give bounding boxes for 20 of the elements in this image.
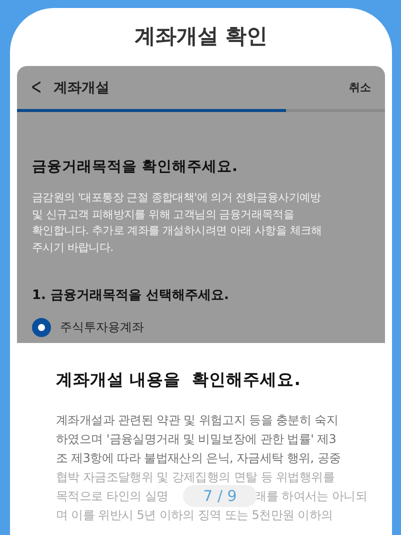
question-text: 1. 금융거래목적을 선택해주세요. [32,287,230,304]
sheet-heading: 계좌개설 내용을 확인해주세요. [56,369,302,392]
body-text: 계좌개설과 관련된 약관 및 위험고지 등을 충분히 숙지 [56,412,338,430]
description-text: 주시기 바랍니다. [32,240,114,256]
body-text: 하였으며 '금융실명거래 및 비밀보장에 관한 법률' 제3 [56,431,336,448]
radio-button[interactable] [32,318,51,338]
page-title: 계좌개설 확인 [133,23,269,50]
body-text: 며 이를 위반시 5년 이하의 징역 또는 5천만원 이하의 [56,507,333,524]
back-icon[interactable]: < [30,75,42,100]
body-text: 조 제3항에 따라 불법재산의 은닉, 자금세탁 행위, 공중 [56,450,341,468]
option-label: 주식투자용계좌 [60,319,144,336]
description-text: 금감원의 '대포통장 근절 종합대책'에 의거 전화금융사기예방 [32,190,322,206]
section-heading: 금융거래목적을 확인해주세요. [32,158,239,176]
page-indicator: 7 / 9 [183,485,257,508]
description-text: 및 신규고객 피해방지를 위해 고객님의 금융거래목적을 [32,206,296,223]
screen-title: 계좌개설 [53,78,110,97]
body-text: 목적으로 타인의 실명 [56,488,168,506]
body-text: 협박 자금조달행위 및 강제집행의 면탈 등 위법행위를 [56,469,334,486]
description-text: 확인합니다. 추가로 계좌를 개설하시려면 아래 사항을 체크해 [32,223,323,240]
cancel-link[interactable]: 취소 [349,80,371,96]
